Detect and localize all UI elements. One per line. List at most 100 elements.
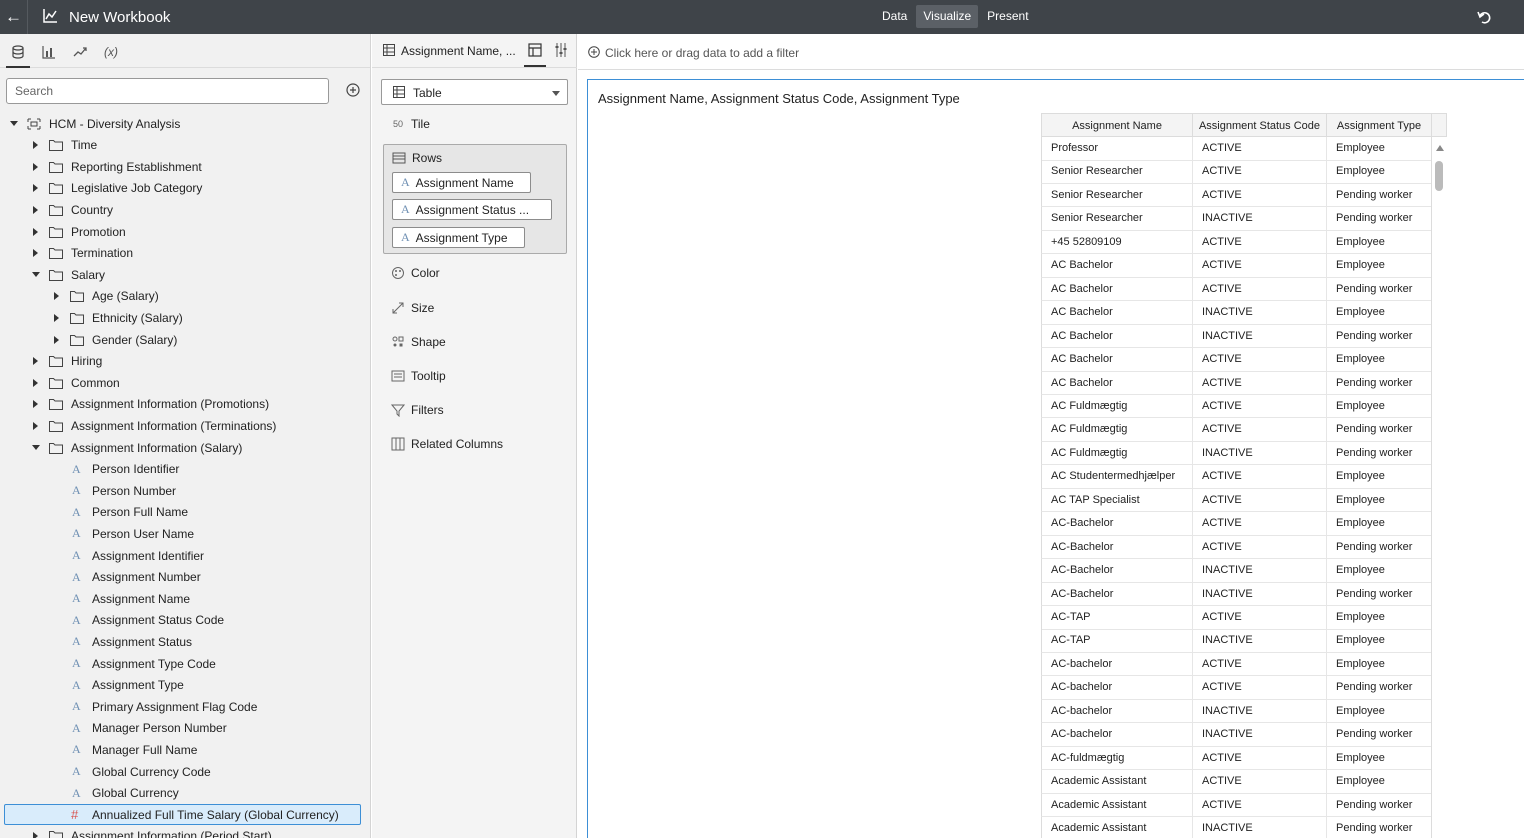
rows-pill-assignment-status[interactable]: A Assignment Status ... xyxy=(392,199,552,220)
mode-visualize[interactable]: Visualize xyxy=(916,5,979,28)
table-row[interactable]: AC Bachelor ACTIVE Pending worker xyxy=(1041,371,1432,395)
tree-item-person-full-name[interactable]: A Person Full Name xyxy=(0,502,370,523)
tree-item-country[interactable]: Country xyxy=(0,199,370,220)
tree-item-manager-person-number[interactable]: A Manager Person Number xyxy=(0,718,370,739)
table-row[interactable]: AC-bachelor INACTIVE Pending worker xyxy=(1041,723,1432,747)
tree-item-common[interactable]: Common xyxy=(0,372,370,393)
table-row[interactable]: AC Bachelor ACTIVE Employee xyxy=(1041,254,1432,278)
table-row[interactable]: Professor ACTIVE Employee xyxy=(1041,137,1432,161)
search-input[interactable] xyxy=(6,78,329,104)
table-row[interactable]: AC-fuldmægtig ACTIVE Employee xyxy=(1041,746,1432,771)
column-header-assignment-status-code[interactable]: Assignment Status Code xyxy=(1193,114,1327,138)
tree-item-person-identifier[interactable]: A Person Identifier xyxy=(0,459,370,480)
tree-item-assignment-status[interactable]: A Assignment Status xyxy=(0,631,370,652)
size-section[interactable]: Size xyxy=(391,299,434,317)
table-row[interactable]: AC Bachelor INACTIVE Employee xyxy=(1041,301,1432,325)
database-icon[interactable] xyxy=(6,40,30,68)
caret-right-icon[interactable] xyxy=(52,291,62,301)
tree-item-legislative-job-category[interactable]: Legislative Job Category xyxy=(0,178,370,199)
caret-right-icon[interactable] xyxy=(52,313,62,323)
caret-right-icon[interactable] xyxy=(31,248,41,258)
table-row[interactable]: AC TAP Specialist ACTIVE Employee xyxy=(1041,488,1432,513)
caret-right-icon[interactable] xyxy=(31,140,41,150)
tree-item-person-number[interactable]: A Person Number xyxy=(0,480,370,501)
tree-item-assignment-information-period-start[interactable]: Assignment Information (Period Start) xyxy=(0,826,370,838)
table-row[interactable]: AC-TAP INACTIVE Employee xyxy=(1041,629,1432,653)
scroll-thumb[interactable] xyxy=(1435,161,1443,191)
table-scrollbar[interactable] xyxy=(1431,137,1447,838)
viz-name[interactable]: Assignment Name, ... xyxy=(401,44,516,58)
tree-item-salary[interactable]: Salary xyxy=(0,264,370,285)
caret-right-icon[interactable] xyxy=(31,378,41,388)
tree-item-manager-full-name[interactable]: A Manager Full Name xyxy=(0,739,370,760)
tree-item-reporting-establishment[interactable]: Reporting Establishment xyxy=(0,156,370,177)
table-row[interactable]: AC-TAP ACTIVE Employee xyxy=(1041,606,1432,630)
table-row[interactable]: AC-Bachelor ACTIVE Pending worker xyxy=(1041,535,1432,560)
tree-item-global-currency[interactable]: A Global Currency xyxy=(0,783,370,804)
trend-icon[interactable] xyxy=(68,40,92,64)
tree-item-promotion[interactable]: Promotion xyxy=(0,221,370,242)
table-row[interactable]: +45 52809109 ACTIVE Employee xyxy=(1041,230,1432,255)
table-row[interactable]: Academic Assistant ACTIVE Employee xyxy=(1041,770,1432,794)
back-arrow-icon[interactable]: ← xyxy=(0,0,28,34)
table-row[interactable]: AC-bachelor ACTIVE Pending worker xyxy=(1041,676,1432,700)
rows-drop-zone[interactable]: Rows A Assignment Name A Assignment Stat… xyxy=(383,144,567,254)
rows-pill-assignment-name[interactable]: A Assignment Name xyxy=(392,172,531,193)
add-data-icon[interactable] xyxy=(346,83,360,97)
tree-item-assignment-information-promotions[interactable]: Assignment Information (Promotions) xyxy=(0,394,370,415)
table-row[interactable]: AC-bachelor ACTIVE Employee xyxy=(1041,652,1432,677)
tree-item-termination[interactable]: Termination xyxy=(0,243,370,264)
caret-right-icon[interactable] xyxy=(31,399,41,409)
caret-down-icon[interactable] xyxy=(31,270,41,280)
tree-item-hiring[interactable]: Hiring xyxy=(0,351,370,372)
bar-chart-icon[interactable] xyxy=(37,40,61,64)
table-row[interactable]: Senior Researcher ACTIVE Employee xyxy=(1041,160,1432,184)
table-row[interactable]: Senior Researcher INACTIVE Pending worker xyxy=(1041,207,1432,231)
table-row[interactable]: AC-Bachelor ACTIVE Employee xyxy=(1041,512,1432,536)
related-columns-section[interactable]: Related Columns xyxy=(391,435,503,453)
tree-item-assignment-type[interactable]: A Assignment Type xyxy=(0,675,370,696)
calculation-icon[interactable]: (x) xyxy=(99,40,123,64)
filters-section[interactable]: Filters xyxy=(391,401,444,419)
table-row[interactable]: AC Fuldmægtig INACTIVE Pending worker xyxy=(1041,441,1432,466)
table-row[interactable]: AC-bachelor INACTIVE Employee xyxy=(1041,699,1432,724)
tree-item-ethnicity-salary[interactable]: Ethnicity (Salary) xyxy=(0,307,370,328)
shape-section[interactable]: Shape xyxy=(391,333,446,351)
mode-present[interactable]: Present xyxy=(980,5,1035,28)
table-row[interactable]: AC Bachelor ACTIVE Pending worker xyxy=(1041,277,1432,302)
grammar-tab-icon[interactable] xyxy=(528,43,542,57)
caret-right-icon[interactable] xyxy=(31,227,41,237)
tree-item-assignment-information-salary[interactable]: Assignment Information (Salary) xyxy=(0,437,370,458)
color-section[interactable]: Color xyxy=(391,264,440,282)
undo-icon[interactable] xyxy=(1476,8,1494,26)
tree-item-primary-assignment-flag-code[interactable]: A Primary Assignment Flag Code xyxy=(0,696,370,717)
tile-section[interactable]: 50 Tile xyxy=(391,115,430,133)
table-row[interactable]: Academic Assistant INACTIVE Pending worker xyxy=(1041,817,1432,838)
table-row[interactable]: AC Fuldmægtig ACTIVE Employee xyxy=(1041,394,1432,419)
caret-right-icon[interactable] xyxy=(31,356,41,366)
filter-bar[interactable]: Click here or drag data to add a filter xyxy=(578,34,1524,70)
scroll-up-arrow-icon[interactable] xyxy=(1436,145,1444,151)
caret-down-icon[interactable] xyxy=(9,119,19,129)
properties-sliders-icon[interactable] xyxy=(555,43,567,57)
table-row[interactable]: Academic Assistant ACTIVE Pending worker xyxy=(1041,793,1432,818)
caret-right-icon[interactable] xyxy=(31,205,41,215)
tree-item-assignment-identifier[interactable]: A Assignment Identifier xyxy=(0,545,370,566)
tree-item-assignment-number[interactable]: A Assignment Number xyxy=(0,567,370,588)
table-row[interactable]: AC Bachelor INACTIVE Pending worker xyxy=(1041,324,1432,349)
caret-right-icon[interactable] xyxy=(31,421,41,431)
table-row[interactable]: AC-Bachelor INACTIVE Employee xyxy=(1041,559,1432,583)
tree-item-global-currency-code[interactable]: A Global Currency Code xyxy=(0,761,370,782)
mode-data[interactable]: Data xyxy=(875,5,914,28)
table-row[interactable]: AC Fuldmægtig ACTIVE Pending worker xyxy=(1041,418,1432,442)
column-header-assignment-name[interactable]: Assignment Name xyxy=(1042,114,1193,138)
visualization-canvas[interactable]: Assignment Name, Assignment Status Code,… xyxy=(587,79,1524,838)
tree-item-age-salary[interactable]: Age (Salary) xyxy=(0,286,370,307)
caret-right-icon[interactable] xyxy=(31,162,41,172)
tree-item-gender-salary[interactable]: Gender (Salary) xyxy=(0,329,370,350)
tree-item-time[interactable]: Time xyxy=(0,135,370,156)
table-row[interactable]: AC-Bachelor INACTIVE Pending worker xyxy=(1041,582,1432,607)
rows-pill-assignment-type[interactable]: A Assignment Type xyxy=(392,227,525,248)
table-row[interactable]: AC Bachelor ACTIVE Employee xyxy=(1041,348,1432,372)
caret-right-icon[interactable] xyxy=(31,183,41,193)
